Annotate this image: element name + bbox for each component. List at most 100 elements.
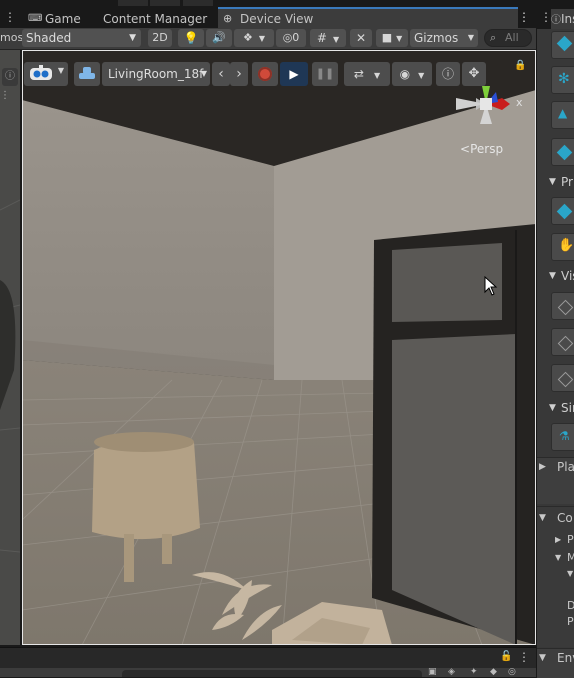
section-co: ▼ Co ▶ P ▼ M ▼ D P — [537, 506, 574, 647]
grid-dropdown[interactable]: # ▼ — [310, 29, 346, 47]
tools-button[interactable]: ✕ — [350, 29, 372, 47]
inspector-item[interactable]: ▲ — [551, 101, 574, 129]
inspector-tab-bar: ⋮ ⓘIns — [537, 0, 574, 29]
scene-search-input[interactable]: ⌕ All — [484, 29, 532, 47]
tab-inspector-label: Ins — [561, 12, 574, 26]
expand-triangle-icon: ▼ — [549, 403, 556, 413]
sub-item-label[interactable]: M — [567, 551, 574, 564]
speaker-icon: 🔊 — [212, 31, 226, 44]
mountain-icon: ▲ — [558, 106, 568, 120]
previous-scene-button[interactable]: ‹ — [212, 62, 230, 86]
move-icon: ✥ — [468, 66, 480, 81]
tab-content-manager[interactable]: Content Manager — [98, 9, 216, 29]
inspector-item[interactable] — [551, 138, 574, 166]
diamond-icon — [556, 144, 573, 161]
bottom-panel-bar: 🔓 ⋮ ▣ ◈ ✦ ◆ ◎ — [0, 647, 536, 677]
device-selector-dropdown[interactable]: ▼ — [24, 62, 68, 86]
lighting-toggle-button[interactable]: 💡 — [178, 29, 204, 47]
sofa-icon — [79, 67, 95, 79]
section-header-vis[interactable]: ▼ Vis — [537, 268, 574, 288]
tab-strip: ⋮ ⌨ Game Content Manager ⊕ Device View ⋮ — [0, 0, 574, 29]
tab-device-view-label: Device View — [240, 12, 314, 26]
panel-menu-icon[interactable]: ⋮ — [0, 90, 10, 101]
next-scene-button[interactable]: › — [230, 62, 248, 86]
panel-menu-icon[interactable]: ⋮ — [4, 10, 16, 24]
expand-triangle-icon: ▼ — [539, 653, 546, 663]
device-toolbar: ▼ LivingRoom_18f ▼ ‹ › ▶ ❚❚ ⇄ ▼ ◉ ▼ ⓘ ✥ 🔒 — [0, 60, 536, 88]
section-label[interactable]: Co — [557, 511, 573, 525]
chevron-right-icon: › — [236, 66, 242, 82]
globe-icon: ⊕ — [223, 12, 233, 25]
inspector-item[interactable]: ⚗ — [551, 423, 574, 451]
sync-icon: ⇄ — [353, 67, 364, 81]
inspector-item[interactable] — [551, 197, 574, 225]
camera-dropdown[interactable]: ■ ▼ — [376, 29, 408, 47]
section-header-sin[interactable]: ▼ Sin — [537, 400, 574, 420]
section-header-pr[interactable]: ▼ Pr — [537, 174, 574, 194]
bottom-search-input[interactable] — [122, 670, 422, 677]
expand-triangle-icon: ▼ — [549, 177, 556, 187]
toolbar-icon[interactable]: ◈ — [448, 667, 455, 677]
sync-dropdown[interactable]: ⇄ ▼ — [344, 62, 390, 86]
audio-toggle-button[interactable]: 🔊 — [206, 29, 232, 47]
flask-icon: ⚗ — [559, 429, 570, 443]
toolbar-icon[interactable]: ▣ — [428, 667, 437, 677]
lock-icon[interactable]: 🔒 — [514, 60, 526, 71]
section-label[interactable]: Env — [557, 651, 574, 665]
inspector-panel: ⋮ ⓘIns ✻ ▲ ▼ Pr ✋ ▼ Vis ▼ Sin ⚗ ▶ Pla ▼ … — [537, 0, 574, 678]
expand-triangle-icon: ▼ — [539, 513, 546, 523]
eye-icon: ◉ — [399, 67, 411, 81]
device-avatar-icon — [30, 65, 52, 80]
scene-selector-dropdown[interactable]: LivingRoom_18f ▼ — [102, 62, 210, 86]
top-strip-block — [183, 0, 213, 6]
layers-icon: ❖ — [242, 31, 253, 44]
info-toggle-button[interactable]: ⓘ — [436, 62, 460, 86]
expand-triangle-icon: ▶ — [555, 535, 562, 544]
expand-triangle-icon: ▼ — [549, 271, 556, 281]
visibility-dropdown[interactable]: ◉ ▼ — [392, 62, 432, 86]
room-selector-button[interactable] — [74, 62, 100, 86]
toolbar-icon[interactable]: ✦ — [470, 667, 478, 677]
move-tool-button[interactable]: ✥ — [462, 62, 486, 86]
section-label[interactable]: Pla — [557, 460, 574, 474]
lock-icon[interactable]: 🔓 — [500, 651, 512, 662]
chevron-down-icon: ▼ — [418, 71, 425, 80]
scene-visibility-button[interactable]: ◎0 — [276, 29, 306, 47]
toolbar-icon[interactable]: ◆ — [490, 667, 497, 677]
shading-mode-dropdown[interactable]: Shaded ▼ — [22, 29, 141, 47]
orientation-gizmo[interactable]: x <Persp — [452, 84, 524, 156]
tab-game[interactable]: ⌨ Game — [22, 9, 98, 29]
inspector-item[interactable]: ✻ — [551, 66, 574, 94]
panel-menu-icon[interactable]: ⋮ — [518, 650, 530, 664]
scene-name: LivingRoom_18f — [108, 67, 204, 81]
figure-icon: ✻ — [558, 71, 570, 87]
sub-item-label[interactable]: P — [567, 533, 574, 546]
gizmos-dropdown[interactable]: Gizmos ▼ — [410, 29, 478, 47]
mouse-cursor-icon — [484, 276, 498, 296]
inspector-item[interactable]: ✋ — [551, 233, 574, 261]
tab-device-view[interactable]: ⊕ Device View — [218, 7, 518, 29]
lightbulb-icon: 💡 — [183, 31, 199, 45]
eye-slash-icon: ◎ — [282, 31, 293, 44]
inspector-item[interactable] — [551, 292, 574, 320]
hidden-count: 0 — [292, 31, 300, 44]
section-env: ▼ Env — [537, 648, 574, 678]
play-button[interactable]: ▶ — [280, 62, 308, 86]
tab-inspector[interactable]: ⓘIns — [551, 9, 574, 29]
scene-viewport[interactable]: x <Persp — [22, 50, 536, 645]
shading-mode-label: Shaded — [26, 31, 72, 45]
tab-menu-icon[interactable]: ⋮ — [518, 10, 530, 24]
axis-x-label: x — [516, 96, 523, 109]
inspector-item[interactable] — [551, 364, 574, 392]
search-placeholder: All — [505, 31, 519, 44]
inspector-item[interactable] — [551, 328, 574, 356]
effects-dropdown[interactable]: ❖ ▼ — [234, 29, 274, 47]
projection-toggle[interactable]: <Persp — [460, 142, 503, 156]
eye-slash-icon[interactable]: ◎ — [508, 667, 516, 677]
inspector-item[interactable] — [551, 31, 574, 59]
search-icon: ⌕ — [490, 31, 497, 44]
pause-button[interactable]: ❚❚ — [312, 62, 338, 86]
gamepad-icon: ⌨ — [28, 13, 43, 24]
toggle-2d-button[interactable]: 2D — [148, 29, 172, 47]
record-button[interactable] — [252, 62, 278, 86]
